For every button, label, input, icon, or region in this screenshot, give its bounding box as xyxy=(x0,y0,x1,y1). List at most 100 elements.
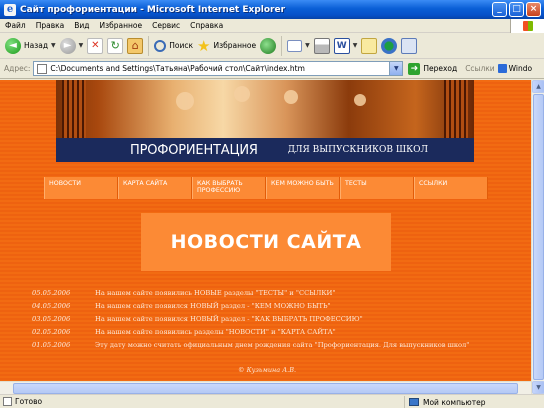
windows-link[interactable]: Windo xyxy=(497,64,533,73)
ie-logo-icon: e xyxy=(4,3,16,16)
maximize-button[interactable]: □ xyxy=(509,2,524,17)
go-label: Переход xyxy=(423,64,458,73)
mail-button[interactable]: ▼ xyxy=(285,35,312,57)
banner-pillar-left xyxy=(62,80,86,138)
scroll-thumb[interactable] xyxy=(533,94,544,380)
chevron-down-icon: ▼ xyxy=(352,42,358,49)
news-text: На нашем сайте появился НОВЫЙ раздел - "… xyxy=(95,302,331,310)
news-item: 05.05.2006 На нашем сайте появились НОВЫ… xyxy=(32,289,512,302)
page-status-icon xyxy=(3,397,12,406)
toolbar-divider xyxy=(281,35,283,56)
refresh-button[interactable]: ↻ xyxy=(105,35,125,57)
research-icon xyxy=(401,37,418,54)
chevron-down-icon: ▼ xyxy=(305,42,310,49)
banner-figure xyxy=(234,86,250,102)
menu-bar: Файл Правка Вид Избранное Сервис Справка xyxy=(0,19,544,33)
news-date: 04.05.2006 xyxy=(32,302,71,310)
menu-file[interactable]: Файл xyxy=(0,21,31,30)
banner-title-band: ПРОФОРИЕНТАЦИЯ ДЛЯ ВЫПУСКНИКОВ ШКОЛ xyxy=(56,138,474,162)
news-item: 02.05.2006 На нашем сайте появились разд… xyxy=(32,328,512,341)
stop-button[interactable]: ✕ xyxy=(85,35,105,57)
windows-logo-icon xyxy=(510,19,544,33)
address-label: Адрес: xyxy=(4,64,31,73)
nav-who-to-be[interactable]: КЕМ МОЖНО БЫТЬ xyxy=(266,177,340,199)
scroll-up-button[interactable]: ▲ xyxy=(532,80,544,93)
back-arrow-icon: ◄ xyxy=(5,37,21,54)
news-text: На нашем сайте появились НОВЫЕ разделы "… xyxy=(95,289,336,297)
site-title: ПРОФОРИЕНТАЦИЯ xyxy=(130,142,258,158)
address-dropdown-button[interactable]: ▼ xyxy=(389,62,403,75)
media-button[interactable] xyxy=(258,35,278,57)
menu-tools[interactable]: Сервис xyxy=(147,21,185,30)
news-text: Эту дату можно считать официальным днем … xyxy=(95,341,470,349)
menu-help[interactable]: Справка xyxy=(185,21,228,30)
favorites-button[interactable]: ★ Избранное xyxy=(195,35,258,57)
menu-view[interactable]: Вид xyxy=(69,21,94,30)
news-date: 03.05.2006 xyxy=(32,315,71,323)
my-computer-icon xyxy=(409,398,419,406)
word-icon: W xyxy=(333,37,350,54)
discuss-button[interactable] xyxy=(359,35,379,57)
forward-button[interactable]: ► ▼ xyxy=(58,35,86,57)
forward-arrow-icon: ► xyxy=(59,37,76,54)
nav-news[interactable]: НОВОСТИ xyxy=(44,177,118,199)
horizontal-scrollbar[interactable] xyxy=(0,381,531,394)
copyright: © Кузьмина А.В. xyxy=(238,366,297,374)
go-arrow-icon: ➜ xyxy=(408,62,421,75)
status-bar: Готово Мой компьютер xyxy=(0,394,544,408)
home-icon: ⌂ xyxy=(127,37,144,54)
horizontal-scroll-thumb[interactable] xyxy=(13,383,518,394)
media-icon xyxy=(260,37,277,54)
zone-label: Мой компьютер xyxy=(423,397,486,407)
mail-icon xyxy=(287,39,303,52)
nav-links[interactable]: ССЫЛКИ xyxy=(414,177,488,199)
chevron-down-icon: ▼ xyxy=(78,42,84,49)
windows-link-label: Windo xyxy=(508,64,533,73)
page-heading: НОВОСТИ САЙТА xyxy=(141,213,391,271)
address-input[interactable]: C:\Documents and Settings\Татьяна\Рабочи… xyxy=(33,61,404,76)
links-label[interactable]: Ссылки xyxy=(465,64,494,73)
banner-photo xyxy=(56,80,474,138)
close-button[interactable]: × xyxy=(526,2,541,17)
news-item: 03.05.2006 На нашем сайте появился НОВЫЙ… xyxy=(32,315,512,328)
nav-choose-profession[interactable]: КАК ВЫБРАТЬ ПРОФЕССИЮ xyxy=(192,177,266,199)
print-button[interactable] xyxy=(312,35,332,57)
window-title: Сайт профориентации - Microsoft Internet… xyxy=(20,4,286,15)
banner-figure xyxy=(284,90,298,104)
status-text: Готово xyxy=(15,397,43,406)
page-icon xyxy=(37,63,48,74)
research-button[interactable] xyxy=(399,35,419,57)
search-button[interactable]: Поиск xyxy=(152,35,195,57)
windows-link-icon xyxy=(497,64,507,73)
banner-figure xyxy=(354,94,366,106)
minimize-button[interactable]: _ xyxy=(492,2,507,17)
stop-icon: ✕ xyxy=(87,37,104,54)
site-subtitle: ДЛЯ ВЫПУСКНИКОВ ШКОЛ xyxy=(287,145,428,155)
nav-tests[interactable]: ТЕСТЫ xyxy=(340,177,414,199)
page-viewport: ПРОФОРИЕНТАЦИЯ ДЛЯ ВЫПУСКНИКОВ ШКОЛ НОВО… xyxy=(0,80,531,394)
messenger-button[interactable] xyxy=(379,35,399,57)
vertical-scrollbar[interactable]: ▲ ▼ xyxy=(531,80,544,394)
refresh-icon: ↻ xyxy=(107,37,124,54)
news-item: 01.05.2006 Эту дату можно считать официа… xyxy=(32,341,512,354)
printer-icon xyxy=(313,37,330,54)
edit-button[interactable]: W ▼ xyxy=(332,35,360,57)
go-button[interactable]: ➜ Переход xyxy=(408,62,458,75)
news-list: 05.05.2006 На нашем сайте появились НОВЫ… xyxy=(32,289,512,354)
banner-figure xyxy=(176,92,194,110)
back-button[interactable]: ◄ Назад ▼ xyxy=(3,35,58,57)
window-controls: _ □ × xyxy=(492,2,541,17)
menu-favorites[interactable]: Избранное xyxy=(95,21,148,30)
news-text: На нашем сайте появился НОВЫЙ раздел - "… xyxy=(95,315,363,323)
title-bar[interactable]: e Сайт профориентации - Microsoft Intern… xyxy=(0,0,544,19)
scroll-down-button[interactable]: ▼ xyxy=(532,381,544,394)
nav-sitemap[interactable]: КАРТА САЙТА xyxy=(118,177,192,199)
home-button[interactable]: ⌂ xyxy=(125,35,145,57)
favorites-label: Избранное xyxy=(213,41,257,50)
address-value: C:\Documents and Settings\Татьяна\Рабочи… xyxy=(50,64,305,73)
news-item: 04.05.2006 На нашем сайте появился НОВЫЙ… xyxy=(32,302,512,315)
news-date: 02.05.2006 xyxy=(32,328,71,336)
menu-edit[interactable]: Правка xyxy=(31,21,70,30)
note-icon xyxy=(361,37,378,54)
search-label: Поиск xyxy=(169,41,194,50)
